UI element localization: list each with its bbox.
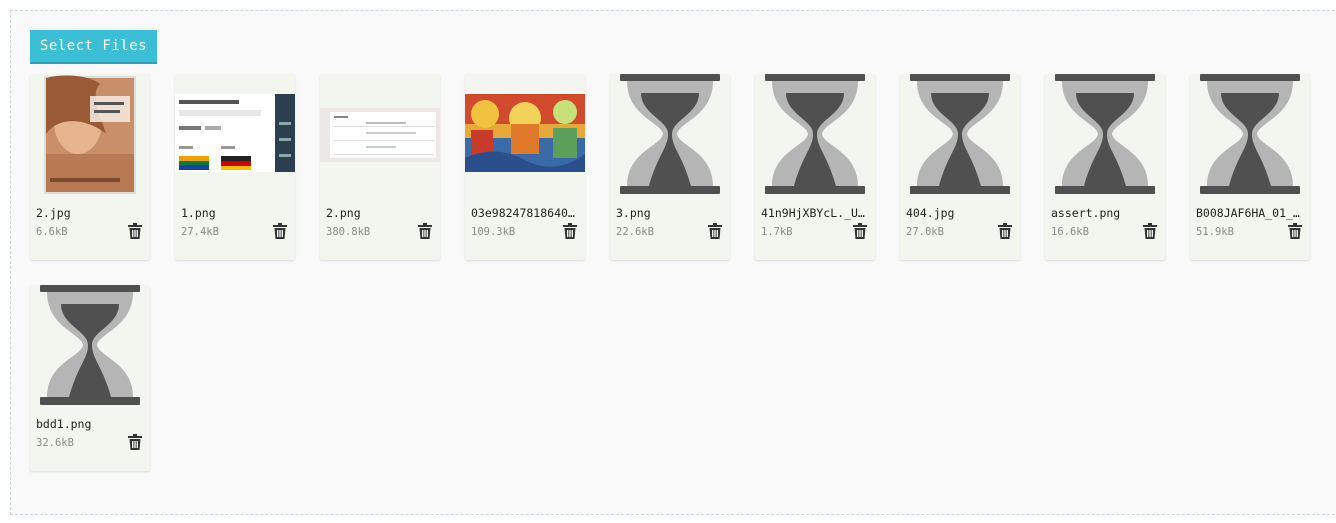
file-thumbnail (175, 74, 295, 200)
file-card: 41n9HjXBYcL._U… 1.7kB (755, 74, 875, 260)
hourglass-icon (30, 285, 150, 411)
trash-icon[interactable] (1288, 223, 1302, 239)
trash-icon[interactable] (708, 223, 722, 239)
hourglass-icon (900, 74, 1020, 200)
hourglass-icon (755, 74, 875, 200)
select-files-button[interactable]: Select Files (30, 30, 157, 64)
file-card: B008JAF6HA_01_… 51.9kB (1190, 74, 1310, 260)
trash-icon[interactable] (853, 223, 867, 239)
hourglass-icon (1190, 74, 1310, 200)
file-thumbnail (320, 74, 440, 200)
file-name: 2.png (326, 206, 361, 220)
file-card: 1.png 27.4kB (175, 74, 295, 260)
file-name: 2.jpg (36, 206, 71, 220)
hourglass-icon (1045, 74, 1165, 200)
file-thumbnail (465, 74, 585, 200)
file-name: 1.png (181, 206, 216, 220)
file-card: bdd1.png 32.6kB (30, 285, 150, 471)
file-size: 380.8kB (326, 226, 371, 238)
file-thumbnail (30, 74, 150, 200)
trash-icon[interactable] (1143, 223, 1157, 239)
file-name: 3.png (616, 206, 651, 220)
file-size: 16.6kB (1051, 226, 1089, 238)
file-name: 03e98247818640… (471, 206, 575, 220)
file-size: 27.0kB (906, 226, 944, 238)
file-name: 404.jpg (906, 206, 955, 220)
file-name: B008JAF6HA_01_… (1196, 206, 1300, 220)
trash-icon[interactable] (128, 434, 142, 450)
file-card: 404.jpg 27.0kB (900, 74, 1020, 260)
file-card: 03e98247818640… 109.3kB (465, 74, 585, 260)
file-size: 27.4kB (181, 226, 219, 238)
trash-icon[interactable] (128, 223, 142, 239)
file-size: 1.7kB (761, 226, 793, 238)
trash-icon[interactable] (273, 223, 287, 239)
file-name: assert.png (1051, 206, 1121, 220)
file-card: assert.png 16.6kB (1045, 74, 1165, 260)
file-name: 41n9HjXBYcL._U… (761, 206, 865, 220)
file-card: 3.png 22.6kB (610, 74, 730, 260)
file-size: 109.3kB (471, 226, 516, 238)
file-name: bdd1.png (36, 417, 92, 431)
file-size: 22.6kB (616, 226, 654, 238)
trash-icon[interactable] (563, 223, 577, 239)
file-size: 6.6kB (36, 226, 68, 238)
trash-icon[interactable] (418, 223, 432, 239)
file-card: 2.png 380.8kB (320, 74, 440, 260)
file-card: 2.jpg 6.6kB (30, 74, 150, 260)
hourglass-icon (610, 74, 730, 200)
file-size: 51.9kB (1196, 226, 1234, 238)
trash-icon[interactable] (998, 223, 1012, 239)
file-size: 32.6kB (36, 437, 74, 449)
